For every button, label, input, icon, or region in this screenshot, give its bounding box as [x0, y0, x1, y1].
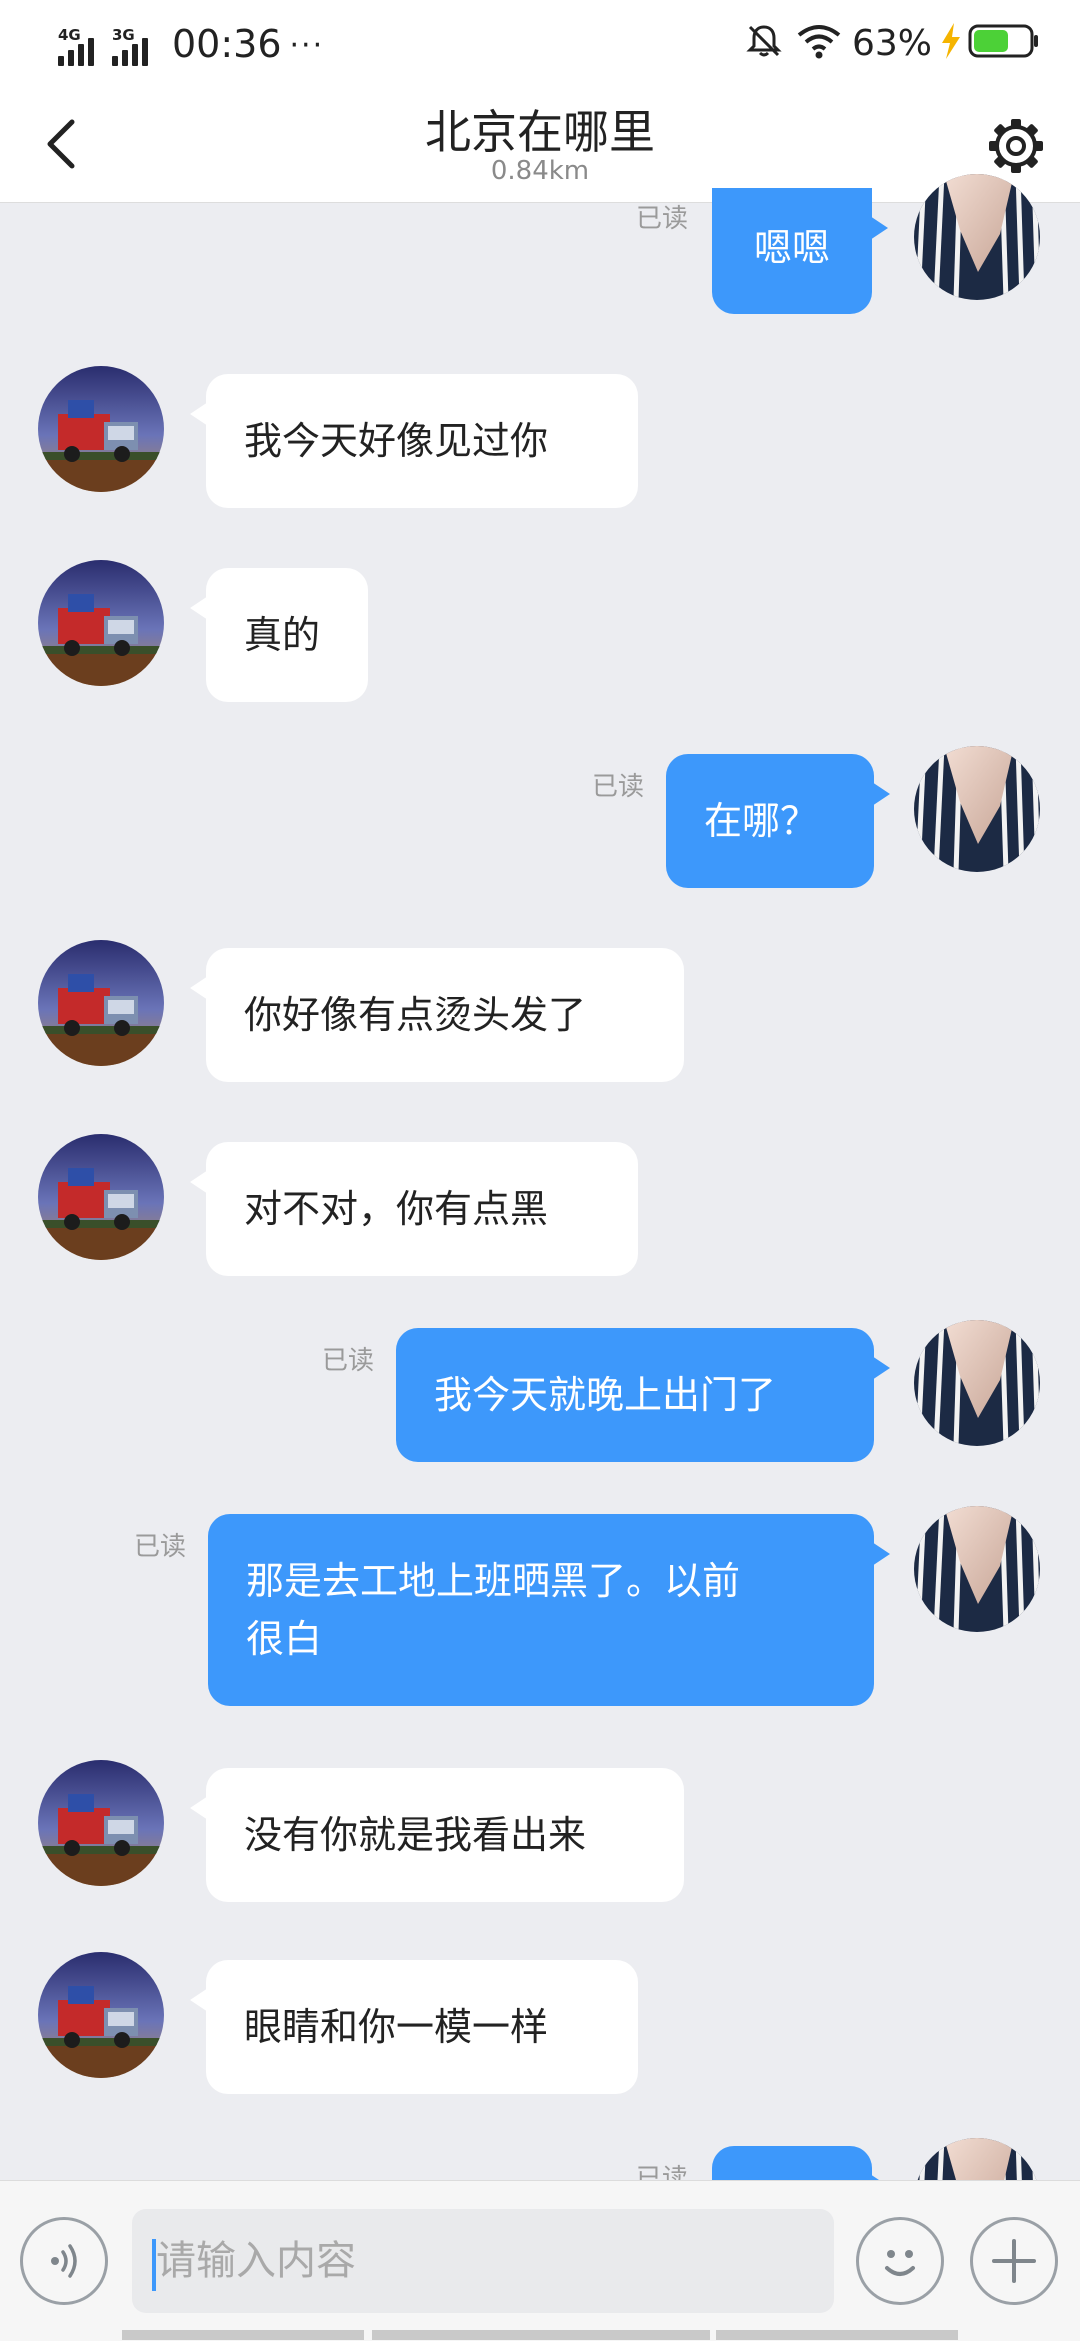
message-text-line: 那是去工地上班晒黑了。以前 [246, 1559, 741, 1603]
chat-header: 北京在哪里 0.84km [0, 84, 1080, 203]
text-caret [152, 2239, 156, 2291]
incoming-message[interactable]: 我今天好像见过你 [190, 374, 638, 508]
outgoing-message[interactable]: 我今天就晚上出门了 [396, 1328, 890, 1462]
battery-icon [968, 23, 1040, 63]
message-text: 真的 [244, 613, 321, 657]
voice-button[interactable] [20, 2217, 108, 2305]
incoming-message[interactable]: 眼睛和你一模一样 [190, 1960, 638, 2094]
incoming-message[interactable]: 你好像有点烫头发了 [190, 948, 684, 1082]
my-avatar[interactable] [914, 746, 1040, 872]
incoming-message[interactable]: 对不对，你有点黑 [190, 1142, 638, 1276]
read-receipt: 已读 [592, 772, 645, 802]
charging-icon [938, 21, 964, 65]
distance-label: 0.84km [490, 156, 590, 186]
my-avatar[interactable] [914, 1506, 1040, 1632]
contact-avatar[interactable] [38, 940, 164, 1066]
battery-percent: 63% [851, 22, 932, 64]
contact-avatar[interactable] [38, 1952, 164, 2078]
message-text: 在哪？ [704, 799, 819, 843]
nav-hint-bar [372, 2330, 710, 2340]
message-text: 嗯嗯 [753, 226, 830, 270]
message-text: 眼睛和你一模一样 [244, 2005, 549, 2049]
read-receipt: 已读 [636, 204, 689, 234]
outgoing-message[interactable]: 那是去工地上班晒黑了。以前 很白 [208, 1514, 890, 1706]
message-text: 我今天好像见过你 [244, 419, 549, 463]
emoji-button[interactable] [856, 2217, 944, 2305]
message-text-line: 很白 [246, 1617, 323, 1661]
my-avatar[interactable] [914, 1320, 1040, 1446]
signal-3g-icon: 3G [112, 26, 160, 66]
outgoing-message[interactable]: 嗯嗯 [712, 188, 888, 314]
input-bar [0, 2180, 1080, 2341]
message-text: 我今天就晚上出门了 [434, 1373, 777, 1417]
clock: 00:36 [172, 22, 282, 66]
more-notifications-icon: ··· [289, 28, 325, 63]
message-input[interactable] [132, 2209, 834, 2313]
plus-icon [992, 2239, 1036, 2283]
network-type-label: 4G [58, 26, 81, 44]
message-text: 你好像有点烫头发了 [244, 993, 587, 1037]
read-receipt: 已读 [322, 1346, 375, 1376]
nav-hint-bar [716, 2330, 958, 2340]
emoji-icon [885, 2250, 915, 2276]
gear-icon [989, 119, 1043, 173]
message-text: 对不对，你有点黑 [244, 1187, 549, 1231]
chat-title: 北京在哪里 [425, 105, 655, 159]
contact-avatar[interactable] [38, 1760, 164, 1886]
read-receipt: 已读 [134, 1532, 187, 1562]
contact-avatar[interactable] [38, 366, 164, 492]
incoming-message[interactable]: 没有你就是我看出来 [190, 1768, 684, 1902]
network-type-label: 3G [112, 26, 135, 44]
status-bar: 4G 3G 00:36 ··· 63% [0, 0, 1080, 84]
message-text: 没有你就是我看出来 [244, 1813, 587, 1857]
wifi-icon [796, 21, 842, 65]
my-avatar[interactable] [914, 174, 1040, 300]
signal-4g-icon: 4G [58, 26, 106, 66]
contact-avatar[interactable] [38, 1134, 164, 1260]
outgoing-message[interactable]: 在哪？ [666, 754, 890, 888]
add-button[interactable] [970, 2217, 1058, 2305]
incoming-message[interactable]: 真的 [190, 568, 368, 702]
mute-bell-icon [744, 21, 784, 65]
voice-icon [51, 2244, 77, 2278]
nav-hint-bar [122, 2330, 364, 2340]
contact-avatar[interactable] [38, 560, 164, 686]
